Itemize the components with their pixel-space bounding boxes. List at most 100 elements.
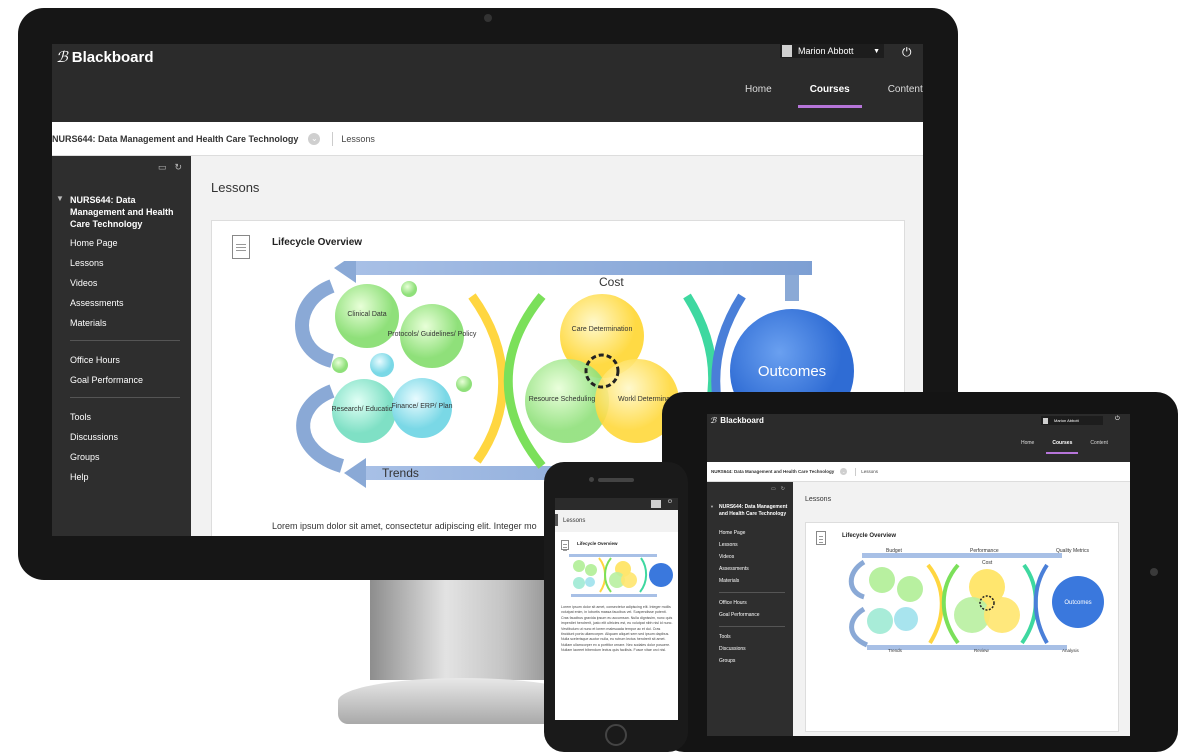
sidebar-item-office-hours[interactable]: Office Hours: [70, 355, 120, 365]
monitor-stand-neck: [370, 580, 560, 680]
document-icon: [561, 540, 569, 550]
breadcrumb-course[interactable]: NURS644: Data Management and Health Care…: [52, 134, 298, 144]
course-sidebar: ▭↻ ▼ NURS644: Data Management and Health…: [707, 482, 793, 736]
chevron-down-icon[interactable]: ⌄: [308, 132, 321, 145]
card-title[interactable]: Lifecycle Overview: [272, 237, 362, 248]
divider: [719, 592, 785, 593]
nav-content[interactable]: Content: [1090, 440, 1108, 454]
power-icon[interactable]: ⏻: [1115, 416, 1120, 423]
nav-courses[interactable]: Courses: [1046, 440, 1079, 454]
sidebar-item-videos[interactable]: Videos: [70, 278, 97, 288]
bubble-outcomes: [649, 563, 673, 587]
bubble-label: Outcomes: [1064, 600, 1091, 606]
label-cost: Cost: [599, 275, 624, 289]
collapse-icon[interactable]: ▼: [56, 194, 64, 203]
sidebar-course-title[interactable]: NURS644: Data Management and Health Care…: [70, 194, 184, 230]
bubble-protocols: [897, 576, 923, 602]
document-icon: [232, 235, 250, 259]
chevron-down-icon: ▼: [873, 47, 880, 55]
sidebar-item-home-page[interactable]: Home Page: [70, 238, 118, 248]
page-title: Lessons: [555, 510, 678, 532]
folder-icon[interactable]: ▭: [771, 486, 781, 492]
breadcrumb-page: Lessons: [332, 131, 375, 146]
sidebar-item-lessons[interactable]: Lessons: [70, 258, 104, 268]
user-menu[interactable]: Marion Abbott ▼: [780, 44, 884, 58]
lifecycle-diagram: [569, 554, 673, 597]
main-content: Lessons Lifecycle Overview Budget Perfor…: [793, 482, 1130, 736]
sidebar-tools: ▭↻: [771, 486, 790, 492]
bubble-research: [867, 608, 893, 634]
lesson-card: Lifecycle Overview Budget Performance Qu…: [805, 522, 1119, 732]
main-nav: Home Courses Content: [745, 84, 923, 108]
avatar[interactable]: [651, 500, 661, 508]
nav-home[interactable]: Home: [745, 84, 772, 108]
sidebar-item-discussions[interactable]: Discussions: [719, 646, 746, 652]
brand-name: Blackboard: [720, 416, 764, 425]
sidebar-item-goal-performance[interactable]: Goal Performance: [70, 375, 143, 385]
small-bubble: [332, 357, 348, 373]
chevron-down-icon[interactable]: ⌄: [840, 468, 848, 475]
power-icon[interactable]: ⏻: [902, 45, 912, 60]
blackboard-logo[interactable]: ℬ Blackboard: [710, 416, 764, 425]
divider: [70, 340, 180, 341]
sidebar-item-help[interactable]: Help: [70, 472, 89, 482]
top-bar: ⏻: [555, 498, 678, 510]
card-title[interactable]: Lifecycle Overview: [842, 533, 896, 539]
arrow-head: [344, 458, 366, 488]
avatar: [782, 45, 792, 57]
small-bubble: [370, 353, 394, 377]
bottom-arrow: [571, 594, 657, 597]
small-bubble: [401, 281, 417, 297]
sidebar-item-home-page[interactable]: Home Page: [719, 530, 745, 536]
refresh-icon[interactable]: ↻: [175, 162, 191, 172]
bubble-label: Outcomes: [758, 363, 826, 380]
breadcrumb-course[interactable]: NURS644: Data Management and Health Care…: [711, 469, 834, 474]
course-sidebar: ▭↻ ▼ NURS644: Data Management and Health…: [52, 156, 191, 536]
top-arrow: [352, 261, 812, 275]
folder-icon[interactable]: ▭: [158, 162, 175, 172]
sidebar-item-discussions[interactable]: Discussions: [70, 432, 118, 442]
label-trends: Trends: [888, 648, 903, 653]
nav-home[interactable]: Home: [1021, 440, 1034, 454]
sidebar-item-materials[interactable]: Materials: [70, 318, 107, 328]
blackboard-logo-icon: ℬ: [56, 49, 68, 66]
user-name: Marion Abbott: [798, 46, 854, 56]
sidebar-item-assessments[interactable]: Assessments: [719, 566, 749, 572]
loop-arrow: [848, 559, 866, 600]
sidebar-item-goal-performance[interactable]: Goal Performance: [719, 612, 760, 618]
top-bar: ℬ Blackboard Marion Abbott ⏻ Home Course…: [707, 414, 1130, 462]
refresh-icon[interactable]: ↻: [781, 486, 790, 492]
lesson-text: Lorem ipsum dolor sit amet, consectetur …: [561, 605, 673, 653]
nav-content[interactable]: Content: [888, 84, 923, 108]
sidebar-item-groups[interactable]: Groups: [70, 452, 100, 462]
sidebar-item-materials[interactable]: Materials: [719, 578, 739, 584]
sidebar-item-office-hours[interactable]: Office Hours: [719, 600, 747, 606]
phone-screen: ⏻ Lessons Lifecycle Overview Lorem ipsum…: [555, 498, 678, 720]
collapse-icon[interactable]: ▼: [710, 504, 714, 509]
card-title[interactable]: Lifecycle Overview: [577, 541, 618, 546]
sidebar-item-tools[interactable]: Tools: [70, 412, 91, 422]
sidebar-item-videos[interactable]: Videos: [719, 554, 734, 560]
avatar: [1043, 417, 1048, 424]
sidebar-item-assessments[interactable]: Assessments: [70, 298, 124, 308]
arrow-head: [334, 261, 356, 283]
arc-yellow: [468, 293, 508, 464]
breadcrumb: NURS644: Data Management and Health Care…: [52, 122, 923, 156]
sidebar-item-groups[interactable]: Groups: [719, 658, 735, 664]
bubble: [573, 560, 585, 572]
label-review: Review: [974, 648, 990, 653]
phone-home-button: [605, 724, 627, 746]
sidebar-item-lessons[interactable]: Lessons: [719, 542, 738, 548]
divider: [719, 626, 785, 627]
bubble-label: Clinical Data: [347, 311, 386, 318]
user-menu[interactable]: Marion Abbott: [1041, 416, 1103, 425]
sidebar-handle[interactable]: [555, 514, 558, 526]
monitor-camera: [484, 14, 492, 22]
blackboard-logo[interactable]: ℬ Blackboard: [56, 48, 154, 67]
power-icon[interactable]: ⏻: [668, 499, 672, 505]
nav-courses[interactable]: Courses: [797, 84, 862, 108]
sidebar-course-title[interactable]: NURS644: Data Management and Health Care…: [719, 504, 789, 518]
tablet-button: [1150, 568, 1158, 576]
sidebar-item-tools[interactable]: Tools: [719, 634, 731, 640]
bubble: [621, 572, 637, 588]
